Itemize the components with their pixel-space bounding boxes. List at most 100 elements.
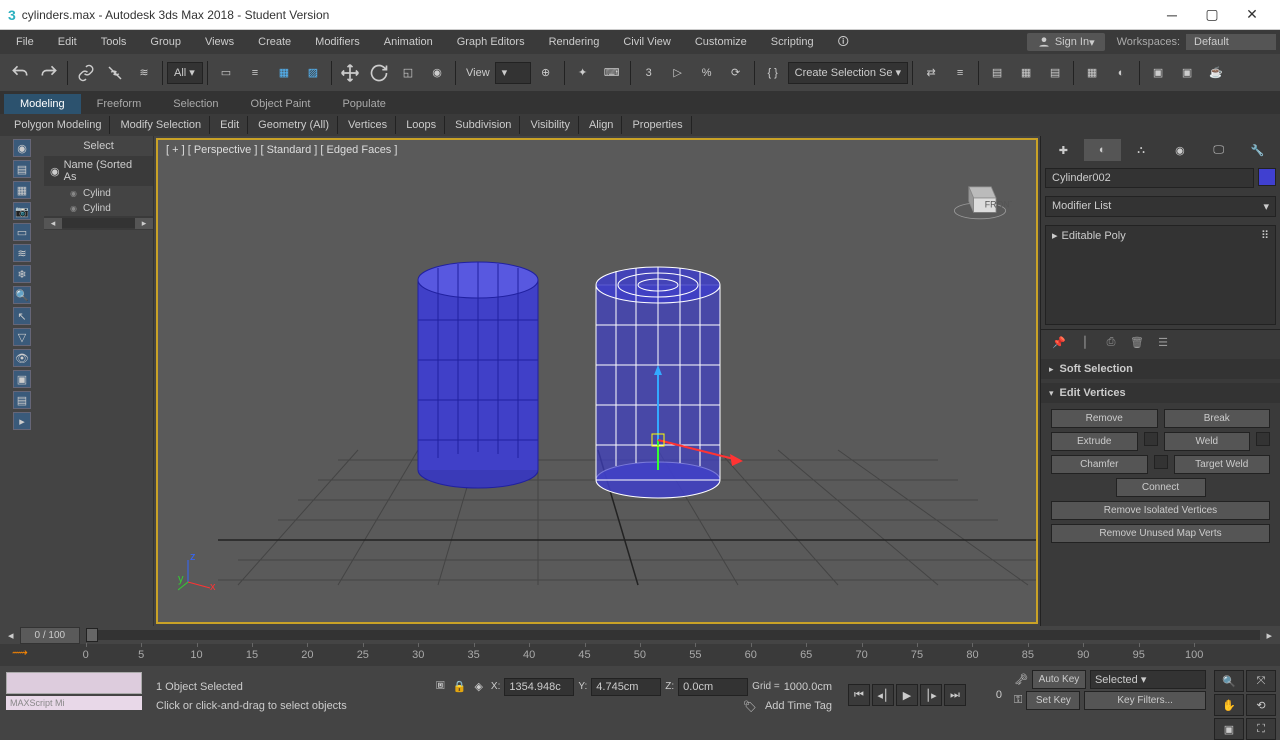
max-toggle-icon[interactable]: ⛶: [1246, 718, 1276, 740]
add-time-tag[interactable]: Add Time Tag: [765, 700, 832, 712]
keyfilters-button[interactable]: Key Filters...: [1084, 691, 1206, 710]
select-move-button[interactable]: [336, 59, 364, 87]
lt-pick-icon[interactable]: ↖: [13, 307, 31, 325]
sign-in-button[interactable]: Sign In ▾: [1027, 33, 1105, 51]
lt-camera-icon[interactable]: 📷: [13, 202, 31, 220]
keyfilters-select[interactable]: Selected ▾: [1090, 670, 1206, 689]
object-name-field[interactable]: [1045, 168, 1254, 188]
rsub-properties[interactable]: Properties: [624, 116, 691, 134]
stack-item-editable-poly[interactable]: ▸ Editable Poly ⠿: [1046, 226, 1275, 245]
lt-display-icon[interactable]: ▦: [13, 181, 31, 199]
angle-snap-button[interactable]: ▷: [664, 59, 692, 87]
connect-button[interactable]: Connect: [1116, 478, 1206, 497]
coord-x[interactable]: 1354.948c: [504, 678, 574, 696]
menu-modifiers[interactable]: Modifiers: [303, 32, 372, 52]
bind-spacewarp-button[interactable]: ≋: [130, 59, 158, 87]
extrude-settings[interactable]: [1144, 432, 1158, 446]
lt-wave-icon[interactable]: ≋: [13, 244, 31, 262]
link-button[interactable]: [72, 59, 100, 87]
window-crossing-button[interactable]: ▨: [299, 59, 327, 87]
trackbar-icon[interactable]: ⟿: [12, 646, 28, 659]
prev-frame-button[interactable]: ◂⎮: [872, 684, 894, 706]
curve-editor-button[interactable]: ▤: [1041, 59, 1069, 87]
time-track[interactable]: [86, 630, 1260, 640]
zoom-icon[interactable]: 🔍: [1214, 670, 1244, 692]
remove-isolated-button[interactable]: Remove Isolated Vertices: [1051, 501, 1270, 520]
weld-settings[interactable]: [1256, 432, 1270, 446]
rsub-subdivision[interactable]: Subdivision: [447, 116, 520, 134]
tab-selection[interactable]: Selection: [157, 94, 234, 114]
remove-unused-button[interactable]: Remove Unused Map Verts: [1051, 524, 1270, 543]
undo-button[interactable]: [6, 59, 34, 87]
object-color-swatch[interactable]: [1258, 168, 1276, 186]
menu-rendering[interactable]: Rendering: [537, 32, 612, 52]
menu-customize[interactable]: Customize: [683, 32, 759, 52]
configure-sets-icon[interactable]: ☰: [1155, 336, 1171, 349]
tab-populate[interactable]: Populate: [326, 94, 401, 114]
menu-create[interactable]: Create: [246, 32, 303, 52]
ref-coord-select[interactable]: ▾: [495, 62, 531, 84]
tab-utilities-icon[interactable]: 🔧: [1239, 139, 1276, 161]
percent-snap-button[interactable]: %: [693, 59, 721, 87]
time-slider[interactable]: ◂0 / 100 ▸: [0, 626, 1280, 644]
select-object-button[interactable]: ▭: [212, 59, 240, 87]
lock-selection-icon[interactable]: 🞖: [436, 680, 445, 693]
pan-icon[interactable]: ✋: [1214, 694, 1244, 716]
coord-y[interactable]: 4.745cm: [591, 678, 661, 696]
remove-button[interactable]: Remove: [1051, 409, 1158, 428]
tab-freeform[interactable]: Freeform: [81, 94, 158, 114]
maximize-button[interactable]: ▢: [1192, 1, 1232, 29]
select-scale-button[interactable]: ◱: [394, 59, 422, 87]
extrude-button[interactable]: Extrude: [1051, 432, 1138, 451]
tab-object-paint[interactable]: Object Paint: [235, 94, 327, 114]
chamfer-button[interactable]: Chamfer: [1051, 455, 1148, 474]
toggle-ribbon-button[interactable]: ▦: [1012, 59, 1040, 87]
tab-modeling[interactable]: Modeling: [4, 94, 81, 114]
break-button[interactable]: Break: [1164, 409, 1271, 428]
tab-hierarchy-icon[interactable]: ⛬: [1123, 139, 1160, 161]
tab-display-icon[interactable]: 🖵: [1200, 139, 1237, 161]
weld-button[interactable]: Weld: [1164, 432, 1251, 451]
selection-filter[interactable]: All ▾: [167, 62, 203, 84]
set-key-icon[interactable]: ⚿: [1014, 694, 1022, 707]
zoom-extents-icon[interactable]: ▣: [1214, 718, 1244, 740]
goto-end-button[interactable]: ⏭: [944, 684, 966, 706]
spinner-snap-button[interactable]: ⟳: [722, 59, 750, 87]
lt-expand-icon[interactable]: ▸: [13, 412, 31, 430]
align-button[interactable]: ≡: [946, 59, 974, 87]
mirror-button[interactable]: ⇄: [917, 59, 945, 87]
unlink-button[interactable]: [101, 59, 129, 87]
menu-help-icon[interactable]: 🛈: [826, 29, 861, 56]
render-setup-button[interactable]: ▣: [1144, 59, 1172, 87]
rsub-geometry-all[interactable]: Geometry (All): [250, 116, 338, 134]
menu-animation[interactable]: Animation: [372, 32, 445, 52]
autokey-button[interactable]: Auto Key: [1032, 670, 1086, 689]
material-editor-button[interactable]: ◐: [1107, 59, 1135, 87]
select-by-name-button[interactable]: ≡: [241, 59, 269, 87]
manipulate-button[interactable]: ✦: [569, 59, 597, 87]
tab-create-icon[interactable]: ✚: [1045, 139, 1082, 161]
modifier-list-dropdown[interactable]: Modifier List▾: [1045, 196, 1276, 217]
minimize-button[interactable]: ─: [1152, 1, 1192, 29]
lt-layer-icon[interactable]: ▤: [13, 160, 31, 178]
tab-motion-icon[interactable]: ◉: [1161, 139, 1198, 161]
tab-modify-icon[interactable]: ◐: [1084, 139, 1121, 161]
next-frame-button[interactable]: ⎮▸: [920, 684, 942, 706]
key-mode-icon[interactable]: 🗝: [1014, 673, 1028, 686]
layer-explorer-button[interactable]: ▤: [983, 59, 1011, 87]
pin-stack-icon[interactable]: 📌: [1051, 336, 1067, 349]
play-button[interactable]: ▶: [896, 684, 918, 706]
time-head[interactable]: [86, 628, 98, 642]
render-frame-button[interactable]: ▣: [1173, 59, 1201, 87]
scene-item[interactable]: Cylind: [44, 186, 153, 201]
goto-start-button[interactable]: ⏮: [848, 684, 870, 706]
orbit-icon[interactable]: ⟲: [1246, 694, 1276, 716]
make-unique-icon[interactable]: ⎙: [1103, 336, 1119, 349]
rsub-vertices[interactable]: Vertices: [340, 116, 396, 134]
select-place-button[interactable]: ◉: [423, 59, 451, 87]
viewport[interactable]: [ + ] [ Perspective ] [ Standard ] [ Edg…: [156, 138, 1038, 624]
lt-search-icon[interactable]: 🔍: [13, 286, 31, 304]
render-button[interactable]: ☕: [1202, 59, 1230, 87]
scene-item[interactable]: Cylind: [44, 201, 153, 216]
menu-civil-view[interactable]: Civil View: [611, 32, 682, 52]
